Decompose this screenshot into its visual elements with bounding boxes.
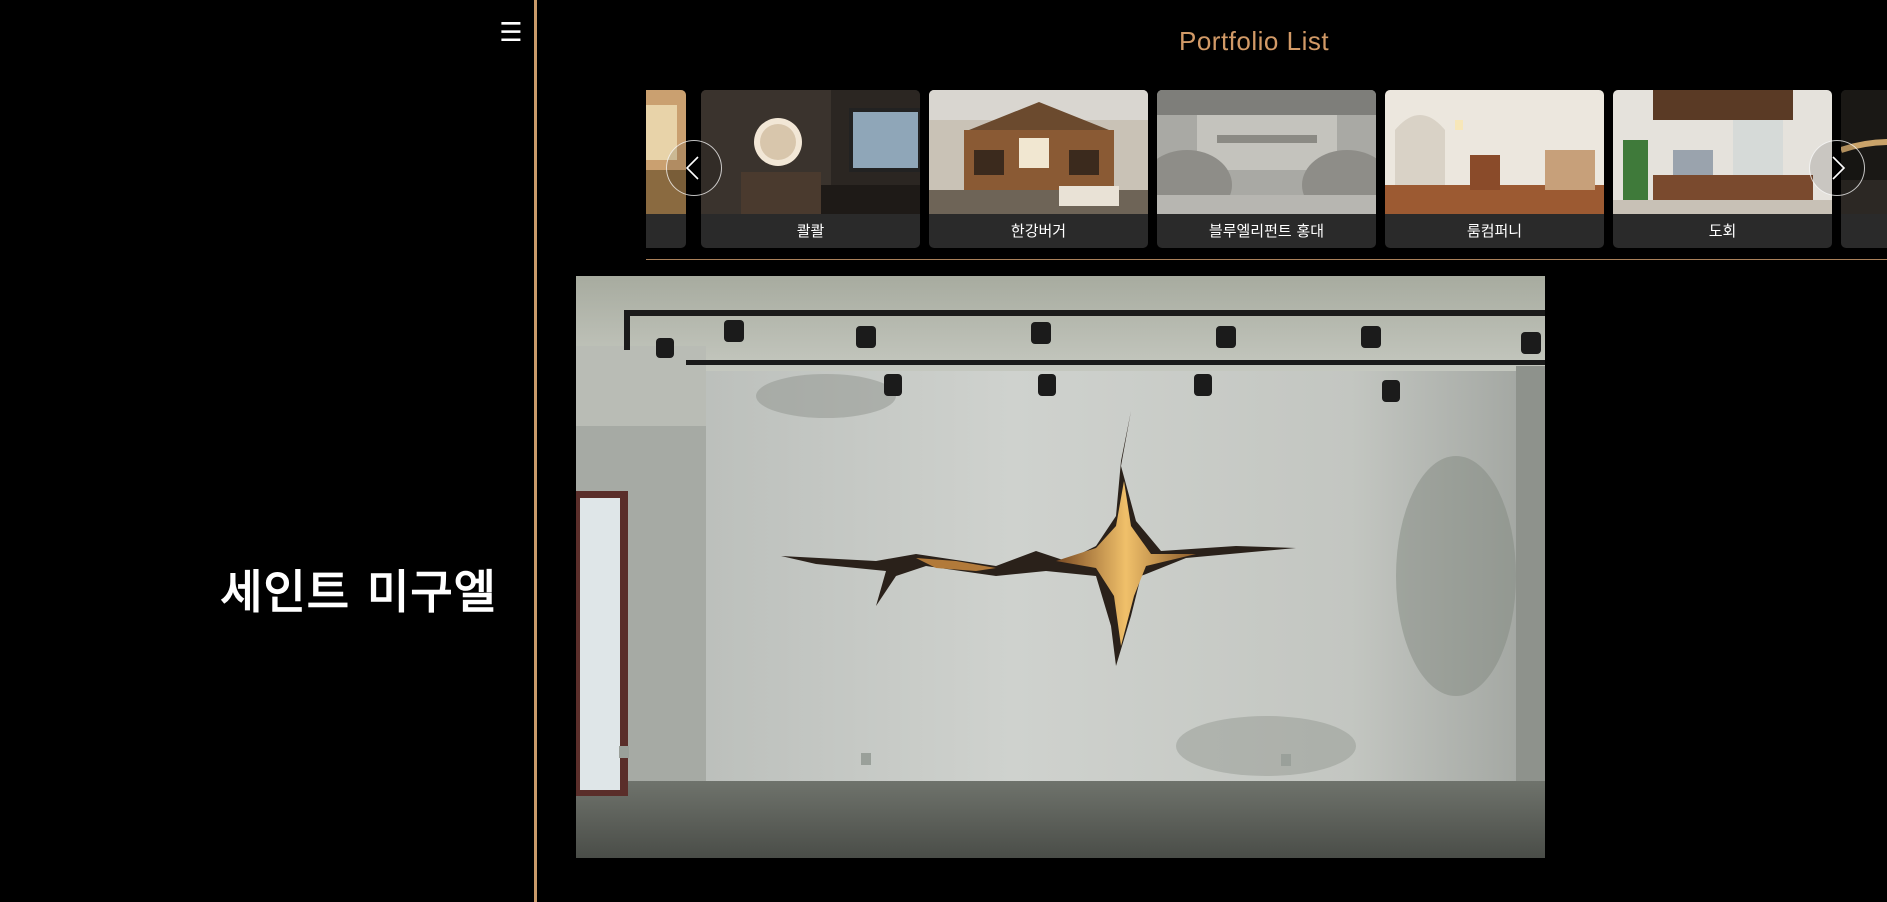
- portfolio-card[interactable]: 블루엘리펀트 홍대: [1157, 90, 1376, 248]
- portfolio-carousel: 콸콸 한강버거 블루엘리펀트 홍대 룸컴퍼니 도회: [646, 90, 1887, 248]
- carousel-next-button[interactable]: [1809, 140, 1865, 196]
- page-title: Portfolio List: [1179, 26, 1330, 56]
- portfolio-thumbnail: [701, 90, 920, 214]
- chevron-left-icon: [685, 156, 699, 180]
- portfolio-card-label: [1841, 214, 1887, 248]
- portfolio-thumbnail: [1613, 90, 1832, 214]
- carousel-prev-button[interactable]: [666, 140, 722, 196]
- portfolio-card-label: 도회: [1708, 222, 1737, 240]
- concrete-wall-photo: [576, 276, 1545, 858]
- chevron-right-icon: [1832, 156, 1846, 180]
- portfolio-thumbnail: [1157, 90, 1376, 214]
- main-portfolio-image: [576, 276, 1545, 858]
- hamburger-menu-icon[interactable]: ☰: [499, 20, 523, 46]
- portfolio-card[interactable]: 도회: [1613, 90, 1832, 248]
- sidebar-divider: [534, 0, 537, 902]
- portfolio-card-label: 콸콸: [796, 222, 825, 240]
- portfolio-card-label: 룸컴퍼니: [1466, 222, 1523, 240]
- portfolio-thumbnail: [929, 90, 1148, 214]
- portfolio-thumbnail: [1385, 90, 1604, 214]
- project-title: 세인트 미구엘: [220, 565, 497, 619]
- portfolio-card[interactable]: 콸콸: [701, 90, 920, 248]
- portfolio-card-label: 한강버거: [1010, 222, 1067, 240]
- page: ☰ 세인트 미구엘 Portfolio List 콸콸 한강버거 블루엘리펀트 …: [0, 0, 1887, 902]
- portfolio-card[interactable]: 룸컴퍼니: [1385, 90, 1604, 248]
- sidebar: ☰ 세인트 미구엘: [0, 0, 535, 902]
- portfolio-card-label: 블루엘리펀트 홍대: [1208, 222, 1325, 240]
- carousel-divider: [646, 259, 1887, 260]
- portfolio-card-label: [646, 214, 686, 248]
- portfolio-card[interactable]: 한강버거: [929, 90, 1148, 248]
